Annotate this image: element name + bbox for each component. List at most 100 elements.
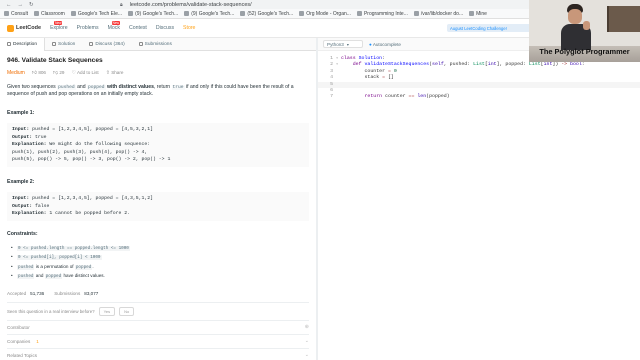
bookmark-icon (299, 11, 305, 16)
url-field[interactable]: leetcode.com/problems/validate-stack-seq… (130, 2, 252, 8)
nav-item-label: Discuss (155, 25, 175, 31)
bookmark-icon (240, 11, 246, 16)
example-value: push(5), pop() -> 5, pop() -> 3, pop() -… (12, 157, 171, 163)
row-related-topics[interactable]: Related Topics ⌄ (7, 348, 309, 360)
nav-item-discuss[interactable]: Discuss (156, 25, 174, 31)
nav-item-contest[interactable]: Contest (129, 25, 147, 31)
line-number: 7 (330, 94, 333, 100)
row-left: Companies 1 (7, 338, 39, 345)
example-value: false (35, 203, 50, 209)
tab-label: Discuss (364) (95, 41, 125, 47)
bookmark-icon (128, 11, 134, 16)
bookmark-item[interactable]: Mine (469, 11, 487, 17)
no-button[interactable]: No (119, 307, 135, 317)
promo-text: August LeetCoding Challenge! (450, 25, 507, 31)
autocomplete-toggle[interactable]: ● Autocomplete (369, 42, 401, 47)
example-line: push(5), pop() -> 5, pop() -> 3, pop() -… (12, 156, 304, 164)
inline-code: popped (87, 85, 106, 90)
tab-discuss[interactable]: Discuss (364) (82, 38, 131, 51)
promo-banner[interactable]: August LeetCoding Challenge! (447, 24, 531, 32)
bookmark-item[interactable]: Classroom (33, 11, 65, 17)
accepted-stat: Accepted 51,736 (7, 290, 44, 297)
example-1-block: Input: pushed = [1,2,3,4,5], popped = [4… (7, 123, 309, 167)
leetcode-logo[interactable]: LeetCode (7, 24, 42, 32)
language-select[interactable]: Python3 ▾ (323, 40, 363, 48)
bookmark-icon (413, 11, 419, 16)
webcam-overlay: The Polyglot Programmer (529, 0, 640, 62)
new-badge: New (54, 21, 63, 25)
bookmark-label: /var/lib/docker do... (420, 10, 464, 17)
tab-description[interactable]: Description (0, 37, 45, 51)
logo-text: LeetCode (16, 25, 42, 31)
constraint-item: pushed is a permutation of popped. (11, 263, 309, 272)
bookmark-item[interactable]: Programming Inte... (356, 11, 408, 17)
constraint-code: pushed (17, 264, 35, 270)
bookmark-label: (52) Google's Tech... (247, 10, 294, 17)
submissions-stat: Submissions 83,077 (54, 290, 98, 297)
bookmark-item[interactable]: Org Mode - Organ... (299, 11, 351, 17)
example-value: 1 cannot be popped before 2. (49, 211, 131, 217)
code-token: ]) (552, 62, 562, 68)
tab-label: Description (13, 41, 37, 47)
code-token: : (581, 62, 585, 68)
browser-nav: ← → ↻ (0, 2, 120, 8)
dislikes-count: 29 (59, 70, 65, 75)
example-line: Explanation: 1 cannot be popped before 2… (12, 210, 304, 218)
bookmark-icon (469, 11, 475, 16)
nav-item-mock[interactable]: Mock New (108, 21, 120, 31)
bookmark-item[interactable]: /var/lib/docker do... (413, 10, 464, 17)
add-to-list-button[interactable]: ♡ Add to List (71, 69, 98, 77)
bookmark-item[interactable]: (52) Google's Tech... (240, 11, 293, 17)
back-icon[interactable]: ← (6, 2, 12, 8)
new-badge: New (111, 21, 120, 25)
dislike-button[interactable]: 👎︎ 29 (53, 69, 64, 77)
row-label: Companies (7, 339, 31, 345)
bookmark-label: Mine (476, 10, 487, 17)
nav-item-explore[interactable]: Explore New (50, 21, 68, 31)
inline-code: true (171, 85, 185, 90)
autocomplete-dot-icon: ● (369, 41, 372, 47)
leetcode-logo-icon (7, 24, 14, 32)
chevron-down-icon: ⌄ (304, 352, 309, 359)
problem-tabs: Description Solution Discuss (364) Submissi… (0, 37, 316, 51)
nav-item-label: Explore (50, 25, 68, 31)
nav-items: Explore New Problems Mock New Contest Discuss S… (41, 21, 195, 31)
like-button[interactable]: 👍︎ 806 (32, 69, 46, 77)
tab-solution[interactable]: Solution (45, 38, 82, 51)
constraint-text: and (34, 272, 45, 278)
row-contributor[interactable]: Contributor ⊕ (7, 320, 309, 334)
nav-item-problems[interactable]: Problems (77, 25, 99, 31)
example-line: Output: false (12, 203, 304, 211)
code-token: len (417, 94, 427, 100)
example-line: Input: pushed = [1,2,3,4,5], popped = [4… (12, 126, 304, 134)
reload-icon[interactable]: ↻ (29, 2, 34, 8)
example-2-block: Input: pushed = [1,2,3,4,5], popped = [4… (7, 191, 309, 221)
problem-meta: Medium 👍︎ 806 👎︎ 29 ♡ Add to List ⇧ Shar… (7, 69, 309, 77)
tab-submissions[interactable]: Submissions (132, 38, 179, 51)
companies-badge: 1 (36, 339, 39, 345)
screen: ← → ↻ 🔒︎ leetcode.com/problems/validate-… (0, 0, 640, 360)
bookmark-icon (356, 11, 362, 16)
constraints-list: 0 <= pushed.length == popped.length <= 1… (7, 244, 309, 282)
example-key: Output: (12, 134, 36, 140)
bookmark-icon (33, 11, 39, 16)
bookmark-item[interactable]: Consult (4, 11, 28, 17)
problem-statement: Given two sequences pushed and popped wi… (7, 84, 309, 98)
statement-text: and (75, 84, 88, 90)
yes-button[interactable]: Yes (98, 307, 116, 317)
constraint-code: pushed (17, 273, 35, 279)
share-button[interactable]: ⇧ Share (106, 69, 124, 77)
bookmark-item[interactable]: (9) Google's Tech... (128, 11, 178, 17)
plus-icon: ⊕ (304, 324, 309, 331)
bookmark-item[interactable]: Google's Tech Ele... (70, 11, 122, 17)
row-companies[interactable]: Companies 1 ⌄ (7, 334, 309, 348)
bookmark-item[interactable]: (9) Google's Tech... (184, 11, 234, 17)
forward-icon[interactable]: → (18, 2, 24, 8)
code-token: (popped) (426, 94, 450, 100)
nav-item-store[interactable]: Store (183, 25, 195, 31)
stats: Accepted 51,736 Submissions 83,077 (7, 290, 309, 297)
bookmark-icon (4, 11, 9, 16)
tab-icon (52, 42, 56, 46)
code-token: int (487, 62, 497, 68)
constraint-text: . (92, 263, 94, 269)
